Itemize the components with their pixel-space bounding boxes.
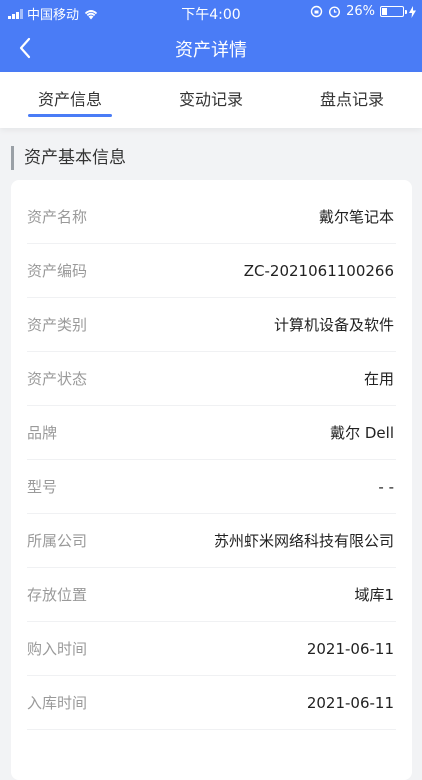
- field-label: 资产类别: [27, 316, 88, 334]
- field-row: 存放位置 域库1: [27, 568, 396, 622]
- battery-percent: 26%: [346, 4, 375, 19]
- field-row: 资产名称 戴尔笔记本: [27, 190, 396, 244]
- tab-change-records[interactable]: 变动记录: [141, 72, 281, 128]
- alarm-icon: [329, 6, 341, 18]
- field-label: 购入时间: [27, 640, 88, 658]
- lock-rotation-icon: [310, 5, 323, 18]
- field-label: 资产名称: [27, 208, 88, 226]
- tab-asset-info[interactable]: 资产信息: [0, 72, 140, 128]
- field-label: 品牌: [27, 424, 58, 442]
- page-title: 资产详情: [175, 40, 247, 61]
- field-row: 型号 - -: [27, 460, 396, 514]
- status-bar: 中国移动 下午4:00 26%: [0, 0, 422, 24]
- tab-bar: 资产信息 变动记录 盘点记录: [0, 72, 422, 128]
- field-label: 所属公司: [27, 532, 88, 550]
- field-value: - -: [378, 478, 394, 496]
- field-value: 苏州虾米网络科技有限公司: [213, 532, 394, 550]
- field-row: 品牌 戴尔 Dell: [27, 406, 396, 460]
- field-value: 2021-06-11: [306, 640, 394, 658]
- status-right: 26%: [310, 4, 416, 19]
- field-row: 资产类别 计算机设备及软件: [27, 298, 396, 352]
- tab-inventory-records[interactable]: 盘点记录: [282, 72, 422, 128]
- field-row: 入库时间 2021-06-11: [27, 676, 396, 730]
- nav-bar: 资产详情: [0, 24, 422, 72]
- field-value: ZC-2021061100266: [243, 262, 394, 280]
- battery-fill: [382, 8, 387, 15]
- field-label: 资产状态: [27, 370, 88, 388]
- field-value: 2021-06-11: [306, 694, 394, 712]
- field-row: 所属公司 苏州虾米网络科技有限公司: [27, 514, 396, 568]
- field-value: 域库1: [354, 586, 394, 604]
- field-label: 存放位置: [27, 586, 88, 604]
- field-label: 型号: [27, 478, 58, 496]
- field-value: 在用: [363, 370, 394, 388]
- asset-info-card: 资产名称 戴尔笔记本 资产编码 ZC-2021061100266 资产类别 计算…: [11, 180, 412, 780]
- field-value: 计算机设备及软件: [273, 316, 394, 334]
- field-value: 戴尔 Dell: [330, 424, 394, 442]
- section-title: 资产基本信息: [11, 146, 126, 170]
- field-label: 资产编码: [27, 262, 88, 280]
- field-label: 入库时间: [27, 694, 88, 712]
- field-row: 资产编码 ZC-2021061100266: [27, 244, 396, 298]
- field-row: 购入时间 2021-06-11: [27, 622, 396, 676]
- field-value: 戴尔笔记本: [318, 208, 394, 226]
- battery-icon: [380, 6, 407, 17]
- field-row: 资产状态 在用: [27, 352, 396, 406]
- charging-icon: [409, 5, 416, 18]
